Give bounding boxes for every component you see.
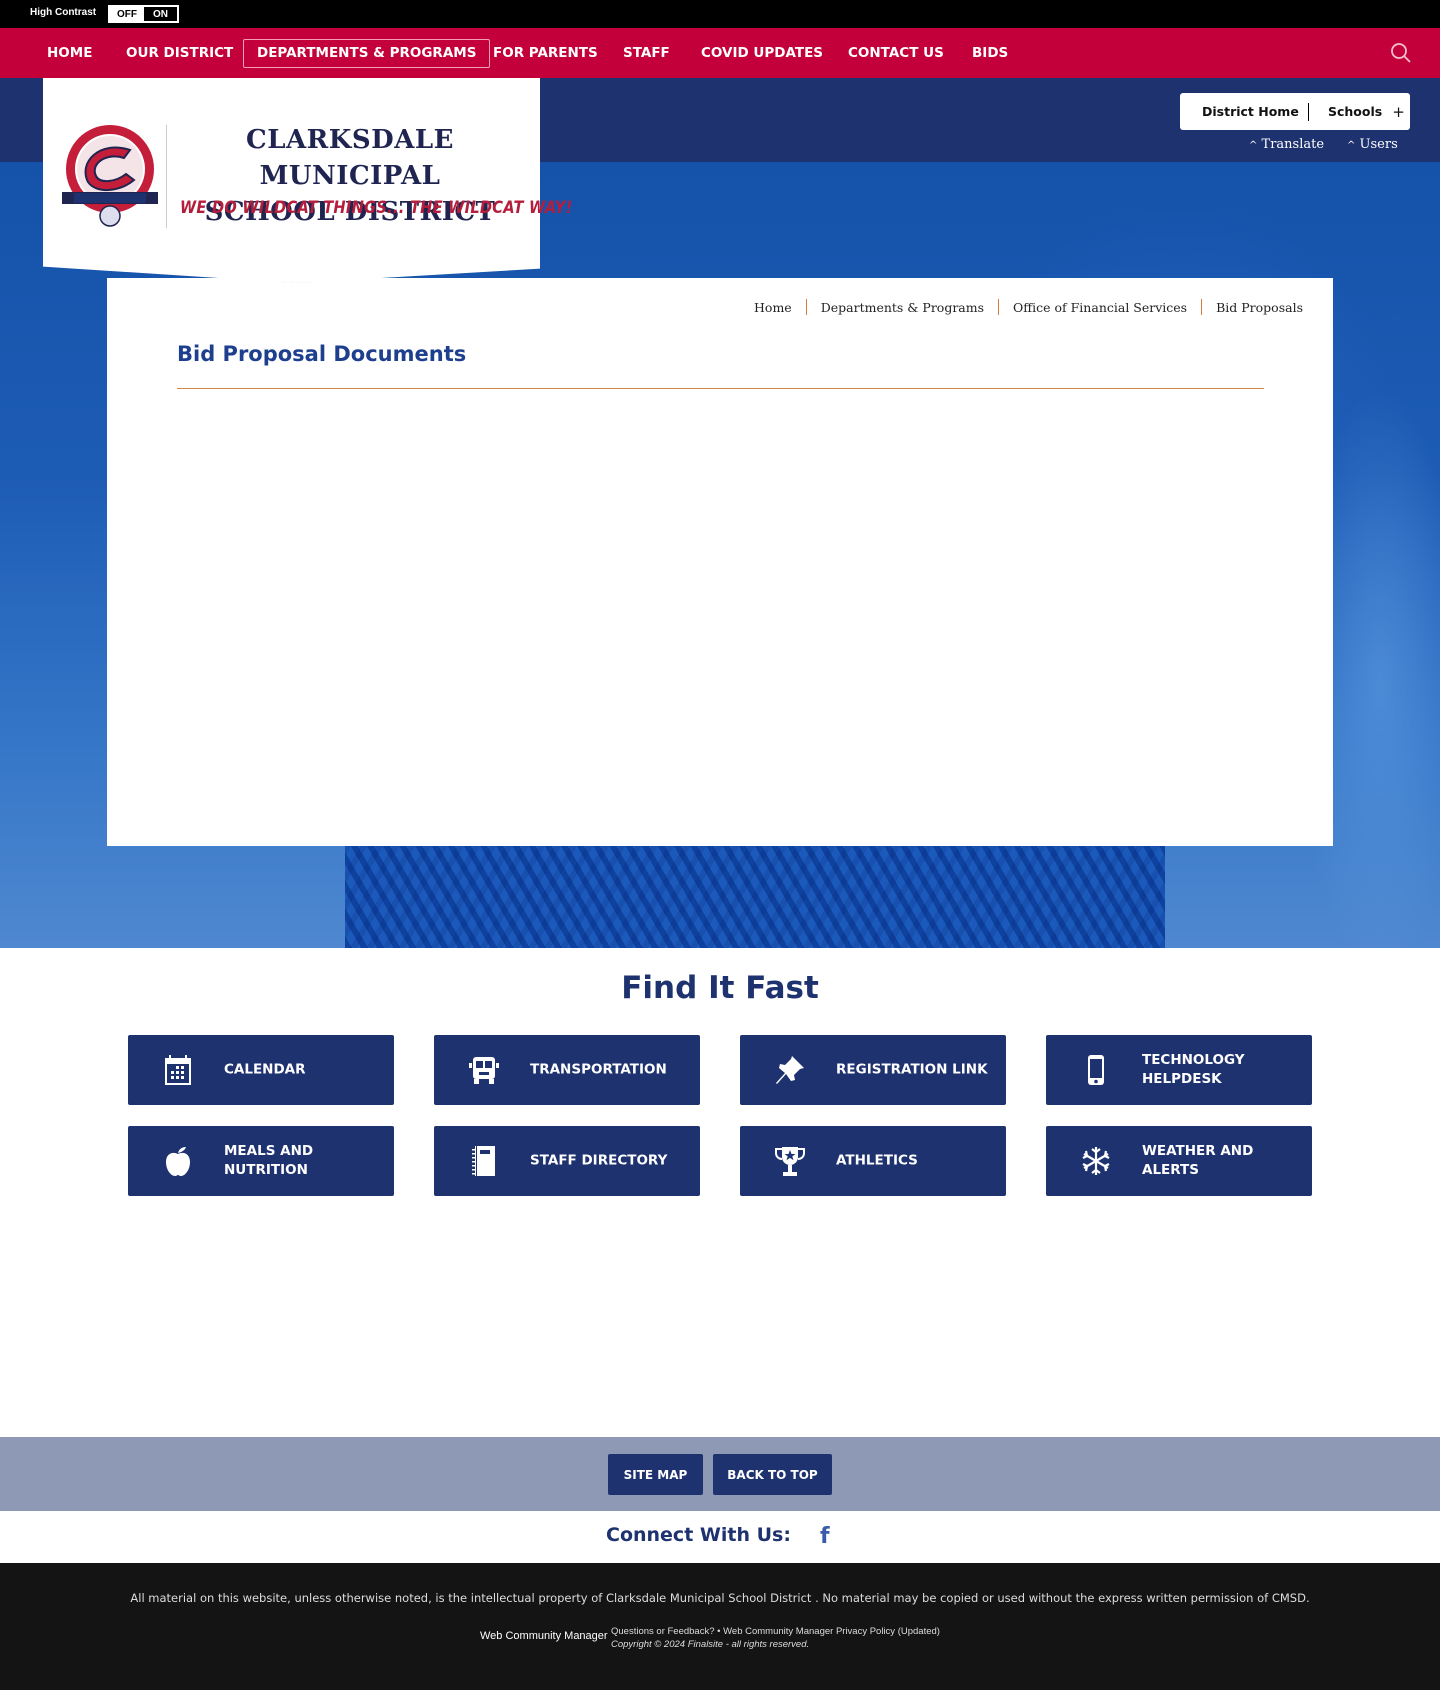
users-label: Users — [1359, 137, 1398, 152]
users-link[interactable]: ^ Users — [1347, 137, 1398, 152]
find-it-fast-title: Find It Fast — [621, 970, 819, 1006]
quicklink-label: STAFF DIRECTORY — [530, 1152, 668, 1169]
site-map-button[interactable]: SITE MAP — [608, 1454, 703, 1495]
quicklink-calendar[interactable]: CALENDAR — [128, 1035, 394, 1105]
quicklink-label: CALENDAR — [224, 1061, 306, 1078]
caret-up-icon: ^ — [1249, 140, 1258, 151]
district-schools-box: District Home Schools + — [1180, 93, 1410, 130]
nav-staff[interactable]: STAFF — [609, 39, 684, 68]
district-home-link[interactable]: District Home — [1180, 104, 1308, 119]
questions-feedback-link[interactable]: Questions or Feedback? — [611, 1626, 715, 1637]
footer-links: Questions or Feedback? • Web Community M… — [611, 1625, 940, 1651]
back-to-top-button[interactable]: BACK TO TOP — [713, 1454, 832, 1495]
nav-our-district[interactable]: OUR DISTRICT — [112, 39, 247, 68]
quicklink-registration[interactable]: REGISTRATION LINK — [740, 1035, 1006, 1105]
privacy-policy-link[interactable]: Web Community Manager Privacy Policy (Up… — [723, 1626, 940, 1637]
search-icon[interactable] — [1390, 42, 1412, 64]
translate-label: Translate — [1261, 137, 1325, 152]
schools-label: Schools — [1328, 104, 1383, 119]
plus-icon: + — [1392, 102, 1405, 121]
page-title: Bid Proposal Documents — [177, 342, 467, 366]
content-card: Home Departments & Programs Office of Fi… — [107, 278, 1333, 846]
facebook-icon[interactable]: f — [820, 1524, 830, 1549]
breadcrumb: Home Departments & Programs Office of Fi… — [740, 299, 1303, 315]
translate-link[interactable]: ^ Translate — [1249, 137, 1324, 152]
footer: All material on this website, unless oth… — [0, 1563, 1440, 1690]
snowflake-icon — [1078, 1143, 1114, 1179]
district-tagline: WE DO WILDCAT THINGS... THE WILDCAT WAY! — [180, 198, 573, 218]
bus-icon — [466, 1052, 502, 1088]
web-community-manager-logo[interactable]: Web Community Manager — [480, 1630, 608, 1642]
quicklink-athletics[interactable]: ATHLETICS — [740, 1126, 1006, 1196]
apple-icon — [160, 1143, 196, 1179]
quicklink-label: REGISTRATION LINK — [836, 1061, 988, 1078]
quicklink-transportation[interactable]: TRANSPORTATION — [434, 1035, 700, 1105]
high-contrast-on[interactable]: ON — [144, 7, 177, 21]
nav-bids[interactable]: BIDS — [958, 39, 1022, 68]
trophy-icon — [772, 1143, 808, 1179]
quicklink-weather-alerts[interactable]: WEATHER AND ALERTS — [1046, 1126, 1312, 1196]
phone-icon — [1078, 1052, 1114, 1088]
high-contrast-label: High Contrast — [30, 7, 97, 18]
notebook-icon — [466, 1143, 502, 1179]
quicklink-label: ATHLETICS — [836, 1152, 918, 1169]
quicklink-label: TECHNOLOGY HELPDESK — [1142, 1052, 1245, 1087]
quicklink-label: WEATHER AND ALERTS — [1142, 1143, 1254, 1178]
logo-divider — [166, 125, 167, 228]
nav-contact-us[interactable]: CONTACT US — [834, 39, 958, 68]
nav-departments-programs[interactable]: DEPARTMENTS & PROGRAMS — [243, 39, 491, 68]
footer-utility-bar: SITE MAP BACK TO TOP — [0, 1437, 1440, 1511]
high-contrast-off[interactable]: OFF — [110, 7, 144, 21]
quicklink-label: MEALS AND NUTRITION — [224, 1143, 314, 1178]
nav-for-parents[interactable]: FOR PARENTS — [479, 39, 612, 68]
high-contrast-toggle[interactable]: OFF ON — [108, 5, 179, 23]
calendar-icon — [160, 1052, 196, 1088]
hero-image-detail — [345, 845, 1165, 948]
quicklink-staff-directory[interactable]: STAFF DIRECTORY — [434, 1126, 700, 1196]
connect-with-us-label: Connect With Us: — [606, 1524, 791, 1546]
main-nav: HOME OUR DISTRICT DEPARTMENTS & PROGRAMS… — [0, 28, 1440, 78]
district-name-line1: CLARKSDALE MUNICIPAL — [246, 125, 454, 191]
title-divider — [177, 388, 1264, 389]
quicklink-meals-nutrition[interactable]: MEALS AND NUTRITION — [128, 1126, 394, 1196]
caret-up-icon: ^ — [1347, 140, 1356, 151]
quicklink-technology-helpdesk[interactable]: TECHNOLOGY HELPDESK — [1046, 1035, 1312, 1105]
breadcrumb-home[interactable]: Home — [740, 300, 806, 315]
legal-notice: All material on this website, unless oth… — [130, 1591, 1310, 1605]
breadcrumb-current: Bid Proposals — [1216, 299, 1303, 315]
nav-home[interactable]: HOME — [33, 39, 106, 68]
breadcrumb-departments[interactable]: Departments & Programs — [807, 300, 998, 315]
district-seal-logo[interactable] — [60, 122, 160, 230]
bullet-separator: • — [717, 1626, 721, 1637]
schools-dropdown[interactable]: Schools + — [1309, 103, 1405, 121]
pushpin-icon — [772, 1052, 808, 1088]
copyright: Copyright © 2024 Finalsite - all rights … — [611, 1639, 810, 1650]
quicklink-label: TRANSPORTATION — [530, 1061, 667, 1078]
accessibility-bar: High Contrast OFF ON — [0, 0, 1440, 28]
breadcrumb-financial-services[interactable]: Office of Financial Services — [999, 300, 1201, 315]
nav-covid-updates[interactable]: COVID UPDATES — [687, 39, 837, 68]
